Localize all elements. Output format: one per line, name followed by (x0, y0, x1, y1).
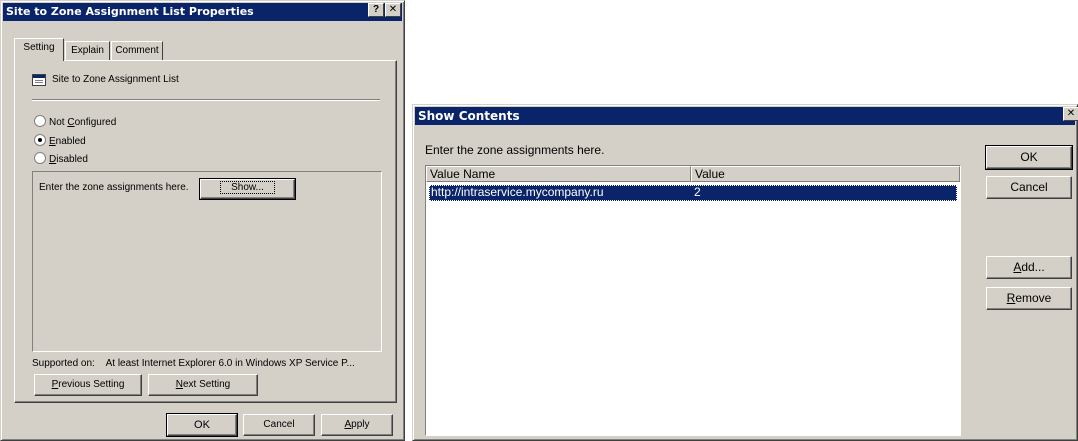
add-button[interactable]: Add... (986, 256, 1072, 279)
policy-icon (32, 74, 46, 86)
remove-button[interactable]: Remove (986, 287, 1072, 310)
radio-not-configured-circle[interactable] (34, 115, 46, 127)
show-contents-prompt: Enter the zone assignments here. (425, 143, 605, 157)
next-setting-button[interactable]: Next Setting (148, 374, 258, 396)
show-contents-close-button[interactable]: ✕ (1063, 107, 1078, 121)
supported-on-value: At least Internet Explorer 6.0 in Window… (105, 358, 355, 369)
close-title-button[interactable]: ✕ (385, 3, 401, 17)
header-divider (32, 99, 380, 101)
show-contents-title: Show Contents (418, 109, 520, 123)
ok-button[interactable]: OK (166, 413, 238, 437)
tab-comment[interactable]: Comment (111, 41, 163, 61)
radio-disabled[interactable]: Disabled (34, 152, 88, 166)
tab-setting[interactable]: Setting (14, 38, 64, 61)
show-button[interactable]: Show... (199, 178, 296, 200)
list-row-selected[interactable]: http://intraservice.mycompany.ru 2 (429, 185, 957, 201)
radio-enabled-circle[interactable] (34, 134, 46, 146)
close-icon: ✕ (388, 4, 398, 15)
row-value: 2 (694, 185, 701, 199)
previous-setting-button[interactable]: Previous Setting (34, 374, 142, 396)
supported-on-label: Supported on: (32, 358, 95, 369)
values-list[interactable]: Value Name Value http://intraservice.myc… (425, 165, 961, 436)
show-contents-dialog: Show Contents ✕ Enter the zone assignmen… (412, 104, 1078, 441)
show-contents-titlebar[interactable]: Show Contents (415, 107, 1075, 125)
radio-not-configured[interactable]: Not Configured (34, 115, 116, 129)
radio-disabled-circle[interactable] (34, 152, 46, 164)
properties-dialog: Site to Zone Assignment List Properties … (0, 0, 405, 441)
column-header-value-name[interactable]: Value Name (426, 166, 691, 182)
show-contents-cancel-button[interactable]: Cancel (986, 176, 1072, 199)
apply-button[interactable]: Apply (321, 414, 393, 436)
cancel-button[interactable]: Cancel (243, 414, 315, 436)
tab-explain[interactable]: Explain (65, 41, 110, 61)
policy-name: Site to Zone Assignment List (52, 74, 179, 85)
close-icon: ✕ (1066, 108, 1076, 119)
column-header-value[interactable]: Value (691, 166, 960, 182)
properties-titlebar[interactable]: Site to Zone Assignment List Properties (3, 3, 402, 21)
row-value-name: http://intraservice.mycompany.ru (431, 185, 604, 199)
supported-on-row: Supported on: At least Internet Explorer… (32, 358, 355, 369)
help-title-button[interactable]: ? (368, 3, 384, 17)
properties-title: Site to Zone Assignment List Properties (6, 5, 254, 18)
show-contents-ok-button[interactable]: OK (985, 145, 1073, 170)
enter-zone-label: Enter the zone assignments here. (39, 182, 189, 193)
radio-enabled[interactable]: Enabled (34, 134, 86, 148)
